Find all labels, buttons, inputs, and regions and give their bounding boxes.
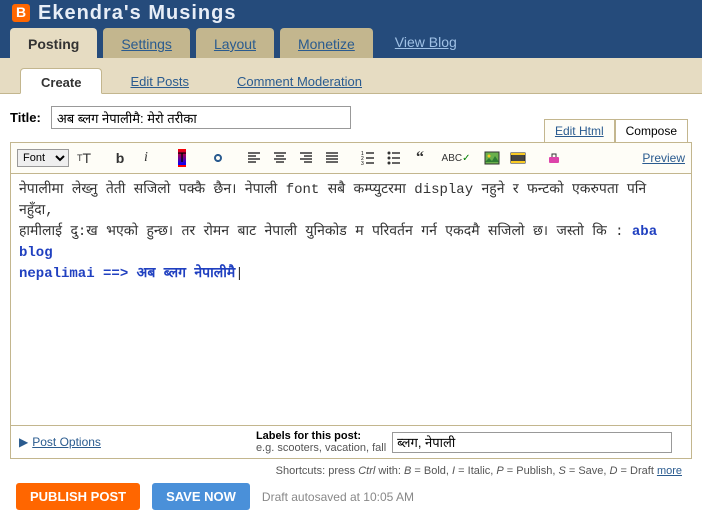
action-buttons: PUBLISH POST SAVE NOW Draft autosaved at… — [10, 483, 692, 510]
editor-footer: ▶ Post Options Labels for this post: e.g… — [10, 426, 692, 459]
align-right-button[interactable] — [295, 147, 317, 169]
editor-text: हामीलाई दु:ख भएको हुन्छ। तर रोमन बाट नेप… — [19, 224, 632, 240]
shortcuts-more-link[interactable]: more — [657, 465, 682, 477]
labels-section: Labels for this post: e.g. scooters, vac… — [256, 430, 386, 454]
main-tabs: Posting Settings Layout Monetize View Bl… — [0, 26, 702, 58]
editor-text: nepalimai ==> — [19, 266, 137, 282]
font-size-icon[interactable]: TT — [73, 147, 95, 169]
tab-layout[interactable]: Layout — [196, 28, 274, 58]
tab-monetize[interactable]: Monetize — [280, 28, 373, 58]
bold-button[interactable]: b — [109, 147, 131, 169]
view-blog-link[interactable]: View Blog — [379, 26, 473, 58]
italic-button[interactable]: i — [135, 147, 157, 169]
subtab-create[interactable]: Create — [20, 68, 102, 94]
spellcheck-button[interactable]: ABC✓ — [445, 147, 467, 169]
publish-button[interactable]: PUBLISH POST — [16, 483, 140, 510]
text-color-button[interactable]: T — [171, 147, 193, 169]
subtab-edit-posts[interactable]: Edit Posts — [110, 68, 209, 93]
editor-textarea[interactable]: नेपालीमा लेख्नु तेती सजिलो पक्कै छैन। ने… — [10, 174, 692, 426]
numbered-list-button[interactable]: 123 — [357, 147, 379, 169]
align-center-button[interactable] — [269, 147, 291, 169]
title-input[interactable] — [51, 106, 351, 129]
image-button[interactable] — [481, 147, 503, 169]
title-label: Title: — [10, 110, 41, 125]
compose-tab[interactable]: Compose — [615, 119, 688, 142]
shortcuts-hint: Shortcuts: press Ctrl with: B = Bold, I … — [10, 459, 692, 483]
content-area: Title: Edit Html Compose Font TT b i T 1… — [0, 94, 702, 522]
font-select[interactable]: Font — [17, 149, 69, 167]
sub-tabs: Create Edit Posts Comment Moderation — [0, 58, 702, 94]
subtab-comment-moderation[interactable]: Comment Moderation — [217, 68, 382, 93]
editor-text: नेपालीमा लेख्नु तेती सजिलो पक्कै छैन। ने… — [19, 182, 646, 219]
align-justify-button[interactable] — [321, 147, 343, 169]
expand-icon[interactable]: ▶ — [19, 435, 28, 449]
app-header: Ekendra's Musings — [0, 0, 702, 26]
editor-text: अब ब्लग नेपालीमै — [137, 266, 236, 282]
bullet-list-button[interactable] — [383, 147, 405, 169]
blog-title: Ekendra's Musings — [38, 2, 236, 25]
video-button[interactable] — [507, 147, 529, 169]
svg-text:3: 3 — [361, 161, 364, 166]
editor-mode-tabs: Edit Html Compose — [544, 119, 688, 142]
draft-status: Draft autosaved at 10:05 AM — [262, 490, 414, 504]
labels-hint: e.g. scooters, vacation, fall — [256, 442, 386, 454]
blockquote-button[interactable]: “ — [409, 147, 431, 169]
labels-input[interactable] — [392, 432, 672, 453]
remove-format-button[interactable] — [543, 147, 565, 169]
tab-posting[interactable]: Posting — [10, 28, 97, 58]
save-button[interactable]: SAVE NOW — [152, 483, 250, 510]
link-button[interactable] — [207, 147, 229, 169]
blogger-logo-icon — [12, 4, 30, 22]
edit-html-tab[interactable]: Edit Html — [544, 119, 615, 142]
post-options-link[interactable]: Post Options — [32, 435, 101, 449]
align-left-button[interactable] — [243, 147, 265, 169]
preview-link[interactable]: Preview — [642, 151, 685, 165]
tab-settings[interactable]: Settings — [103, 28, 190, 58]
labels-title: Labels for this post: — [256, 430, 386, 442]
editor-toolbar: Font TT b i T 123 “ ABC✓ Preview — [10, 142, 692, 174]
